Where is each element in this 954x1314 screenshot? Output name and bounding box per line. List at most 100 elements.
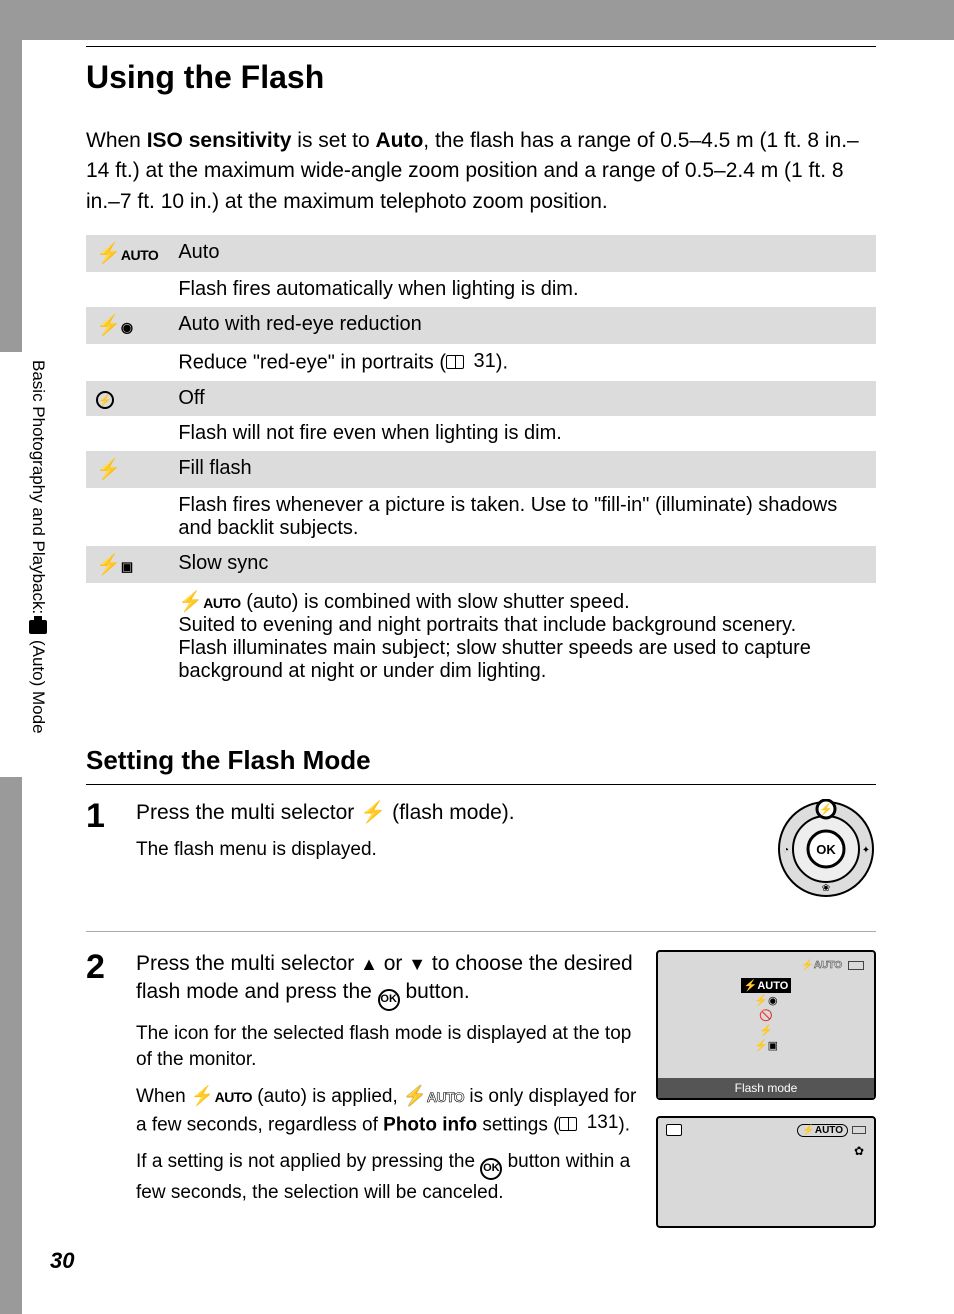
step-sub: If a setting is not applied by pressing … bbox=[136, 1149, 638, 1206]
svg-text:❀: ❀ bbox=[822, 883, 830, 894]
mode-name: Slow sync bbox=[168, 546, 876, 583]
monitor-top-status: ⚡AUTO bbox=[801, 960, 864, 971]
mode-icon-redeye: ⚡◉ bbox=[86, 307, 168, 344]
monitor-top-right: ⚡AUTO bbox=[797, 1124, 866, 1137]
mode-desc: Flash fires automatically when lighting … bbox=[168, 272, 876, 307]
mode-icon-fill: ⚡ bbox=[86, 451, 168, 488]
step-2: 2 Press the multi selector ▲ or ▼ to cho… bbox=[86, 931, 876, 1246]
step-title: Press the multi selector ▲ or ▼ to choos… bbox=[136, 950, 638, 1011]
manual-ref-page: 31 bbox=[474, 350, 496, 373]
step-body: Press the multi selector ▲ or ▼ to choos… bbox=[136, 950, 638, 1228]
step-title-text: Press the multi selector bbox=[136, 801, 360, 824]
step-sub: The flash menu is displayed. bbox=[136, 837, 638, 864]
chapter-side-label-before: Basic Photography and Playback: bbox=[28, 360, 48, 614]
manual-ref-icon: 31 bbox=[446, 350, 496, 373]
table-row: Flash will not fire even when lighting i… bbox=[86, 416, 876, 451]
mode-desc-text: (auto) is combined with slow shutter spe… bbox=[241, 591, 630, 613]
mode-desc-text: ). bbox=[496, 352, 508, 374]
flash-mode-menu: ⚡AUTO ⚡◉ 🚫 ⚡ ⚡▣ bbox=[741, 978, 791, 1053]
mode-desc: Flash fires whenever a picture is taken.… bbox=[168, 488, 876, 546]
intro-paragraph: When ISO sensitivity is set to Auto, the… bbox=[86, 126, 876, 217]
flash-auto-outline-icon: ⚡ bbox=[403, 1086, 427, 1107]
mode-name: Fill flash bbox=[168, 451, 876, 488]
photo-info-bold: Photo info bbox=[383, 1115, 477, 1136]
ok-button-icon: OK bbox=[378, 989, 400, 1011]
intro-text: is set to bbox=[291, 129, 375, 152]
step-title: Press the multi selector ⚡ (flash mode). bbox=[136, 799, 638, 827]
down-triangle-icon: ▼ bbox=[408, 954, 426, 974]
flash-auto-outline-icon: ⚡AUTO bbox=[801, 960, 842, 971]
flash-auto-badge: ⚡AUTO bbox=[797, 1124, 848, 1137]
step-title-text: (flash mode). bbox=[386, 801, 514, 824]
table-row: Reduce "red-eye" in portraits ( 31). bbox=[86, 344, 876, 381]
step-1: 1 Press the multi selector ⚡ (flash mode… bbox=[86, 799, 876, 917]
table-row: ⚡ Fill flash bbox=[86, 451, 876, 488]
step-title-text: button. bbox=[400, 980, 470, 1003]
mode-name: Auto with red-eye reduction bbox=[168, 307, 876, 344]
camera-icon bbox=[29, 620, 47, 634]
page-number: 30 bbox=[50, 1248, 74, 1274]
step-number: 2 bbox=[86, 950, 118, 1228]
top-gray-bar bbox=[0, 0, 954, 40]
menu-item-selected: ⚡AUTO bbox=[741, 978, 791, 993]
step-sub-text: settings ( bbox=[477, 1115, 559, 1136]
table-row: ⚡◉ Auto with red-eye reduction bbox=[86, 307, 876, 344]
menu-item: ⚡◉ bbox=[741, 993, 791, 1008]
battery-icon bbox=[852, 1126, 866, 1134]
mode-desc-text: Suited to evening and night portraits th… bbox=[178, 614, 796, 636]
monitor-label: Flash mode bbox=[658, 1078, 874, 1098]
content-column: Using the Flash When ISO sensitivity is … bbox=[86, 46, 876, 1246]
decoration-icon: ✿ bbox=[854, 1144, 864, 1158]
table-row: ⚡AUTO (auto) is combined with slow shutt… bbox=[86, 583, 876, 689]
multi-selector-icon: ⚡ OK ❀ ◔ ✦ bbox=[776, 799, 876, 899]
step-sub-text: ). bbox=[618, 1115, 630, 1136]
multi-selector-illustration: ⚡ OK ❀ ◔ ✦ bbox=[656, 799, 876, 899]
mode-icon-off: ⚡ bbox=[86, 381, 168, 416]
flash-auto-icon-label: AUTO bbox=[203, 595, 240, 611]
step-title-text: or bbox=[378, 952, 408, 975]
up-triangle-icon: ▲ bbox=[360, 954, 378, 974]
menu-item: ⚡▣ bbox=[741, 1038, 791, 1053]
flash-auto-icon: ⚡ bbox=[191, 1086, 215, 1107]
table-row: ⚡▣ Slow sync bbox=[86, 546, 876, 583]
monitor-live-view: ⚡AUTO ✿ bbox=[656, 1116, 876, 1228]
step-sub: When ⚡AUTO (auto) is applied, ⚡AUTO is o… bbox=[136, 1084, 638, 1139]
chapter-side-label: Basic Photography and Playback: (Auto) M… bbox=[28, 360, 48, 734]
flash-icon: ⚡ bbox=[360, 801, 386, 824]
subheading-rule bbox=[86, 784, 876, 785]
title-rule bbox=[86, 46, 876, 47]
mode-desc: Flash will not fire even when lighting i… bbox=[168, 416, 876, 451]
manual-ref-page: 131 bbox=[587, 1110, 619, 1137]
mode-icon-auto: ⚡AUTO bbox=[86, 235, 168, 272]
flash-auto-outline-label: AUTO bbox=[427, 1089, 464, 1105]
monitor-flash-menu: ⚡AUTO ⚡AUTO ⚡◉ 🚫 ⚡ ⚡▣ Flash mode bbox=[656, 950, 876, 1100]
mode-desc: Reduce "red-eye" in portraits ( 31). bbox=[168, 344, 876, 381]
battery-icon bbox=[848, 961, 864, 970]
flash-modes-table: ⚡AUTO Auto Flash fires automatically whe… bbox=[86, 235, 876, 689]
step-sub-text: When bbox=[136, 1086, 191, 1107]
table-row: ⚡ Off bbox=[86, 381, 876, 416]
step-sub: The icon for the selected flash mode is … bbox=[136, 1021, 638, 1074]
menu-item: ⚡ bbox=[741, 1023, 791, 1038]
step-title-text: Press the multi selector bbox=[136, 952, 360, 975]
flash-auto-icon: ⚡ bbox=[178, 591, 203, 613]
svg-text:OK: OK bbox=[816, 842, 836, 857]
mode-desc: ⚡AUTO (auto) is combined with slow shutt… bbox=[168, 583, 876, 689]
page: Basic Photography and Playback: (Auto) M… bbox=[0, 0, 954, 1314]
manual-ref-icon: 131 bbox=[559, 1110, 618, 1137]
page-title: Using the Flash bbox=[86, 59, 876, 96]
flash-auto-icon-label: AUTO bbox=[215, 1089, 252, 1105]
mode-name: Off bbox=[168, 381, 876, 416]
mode-name: Auto bbox=[168, 235, 876, 272]
step-sub-text: If a setting is not applied by pressing … bbox=[136, 1151, 480, 1172]
camera-icon bbox=[666, 1124, 682, 1136]
mode-desc-text: Reduce "red-eye" in portraits ( bbox=[178, 352, 446, 374]
table-row: ⚡AUTO Auto bbox=[86, 235, 876, 272]
mode-icon-slowsync: ⚡▣ bbox=[86, 546, 168, 583]
chapter-side-label-after: (Auto) Mode bbox=[28, 640, 48, 734]
intro-text: When bbox=[86, 129, 147, 152]
menu-item: 🚫 bbox=[741, 1008, 791, 1023]
table-row: Flash fires automatically when lighting … bbox=[86, 272, 876, 307]
intro-bold-iso: ISO sensitivity bbox=[147, 129, 292, 152]
ok-button-icon: OK bbox=[480, 1158, 502, 1180]
